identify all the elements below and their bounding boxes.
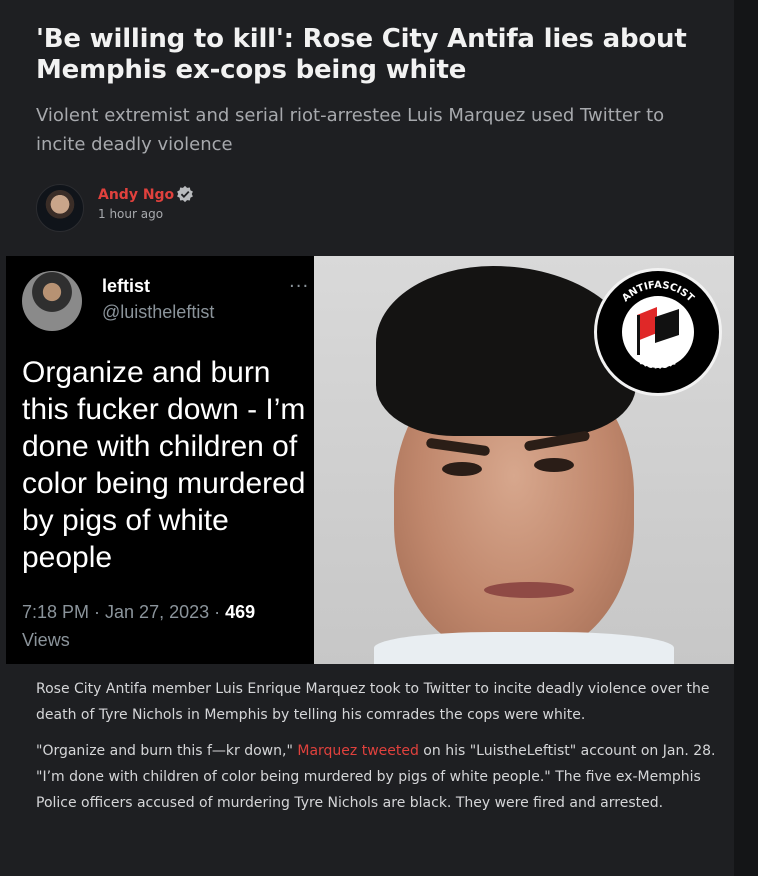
tweet-handle: @luistheleftist <box>102 302 215 322</box>
p2-before: "Organize and burn this f—kr down," <box>36 743 298 759</box>
tweet-avatar <box>22 271 82 331</box>
article-body: Rose City Antifa member Luis Enrique Mar… <box>36 676 716 826</box>
tweet-meta: 7:18 PM · Jan 27, 2023 · 469 Views <box>22 598 302 654</box>
hero-image: leftist @luistheleftist ··· Organize and… <box>6 256 734 664</box>
article-card: 'Be willing to kill': Rose City Antifa l… <box>0 0 734 876</box>
tweet-screenshot: leftist @luistheleftist ··· Organize and… <box>6 256 314 664</box>
body-paragraph-1: Rose City Antifa member Luis Enrique Mar… <box>36 681 710 723</box>
article-title: 'Be willing to kill': Rose City Antifa l… <box>36 24 687 85</box>
body-paragraph-2: "Organize and burn this f—kr down," Marq… <box>36 738 716 816</box>
tweet-views-label: Views <box>22 630 70 650</box>
right-eye <box>534 458 574 472</box>
author-name-link[interactable]: Andy Ngo <box>98 187 174 203</box>
page-gutter <box>734 0 758 876</box>
mouth <box>484 582 574 598</box>
left-eye <box>442 462 482 476</box>
tweet-text: Organize and burn this fucker down - I’m… <box>22 356 306 574</box>
more-options-icon: ··· <box>289 276 310 297</box>
antifascist-action-logo: ANTIFASCIST ACTION <box>594 268 722 396</box>
shirt <box>374 632 674 664</box>
logo-graphic: ANTIFASCIST ACTION <box>620 280 696 372</box>
post-time: 1 hour ago <box>98 207 164 221</box>
verified-badge-icon <box>177 185 193 203</box>
mugshot-photo: ANTIFASCIST ACTION <box>314 256 734 664</box>
tweet-views-count: 469 <box>225 602 256 622</box>
tweet-date: 7:18 PM · Jan 27, 2023 · <box>22 602 226 622</box>
tweet-source-link[interactable]: Marquez tweeted <box>297 743 419 759</box>
author-avatar[interactable] <box>36 184 84 232</box>
tweet-display-name: leftist <box>102 276 151 296</box>
article-subtitle: Violent extremist and serial riot-arrest… <box>36 105 665 155</box>
